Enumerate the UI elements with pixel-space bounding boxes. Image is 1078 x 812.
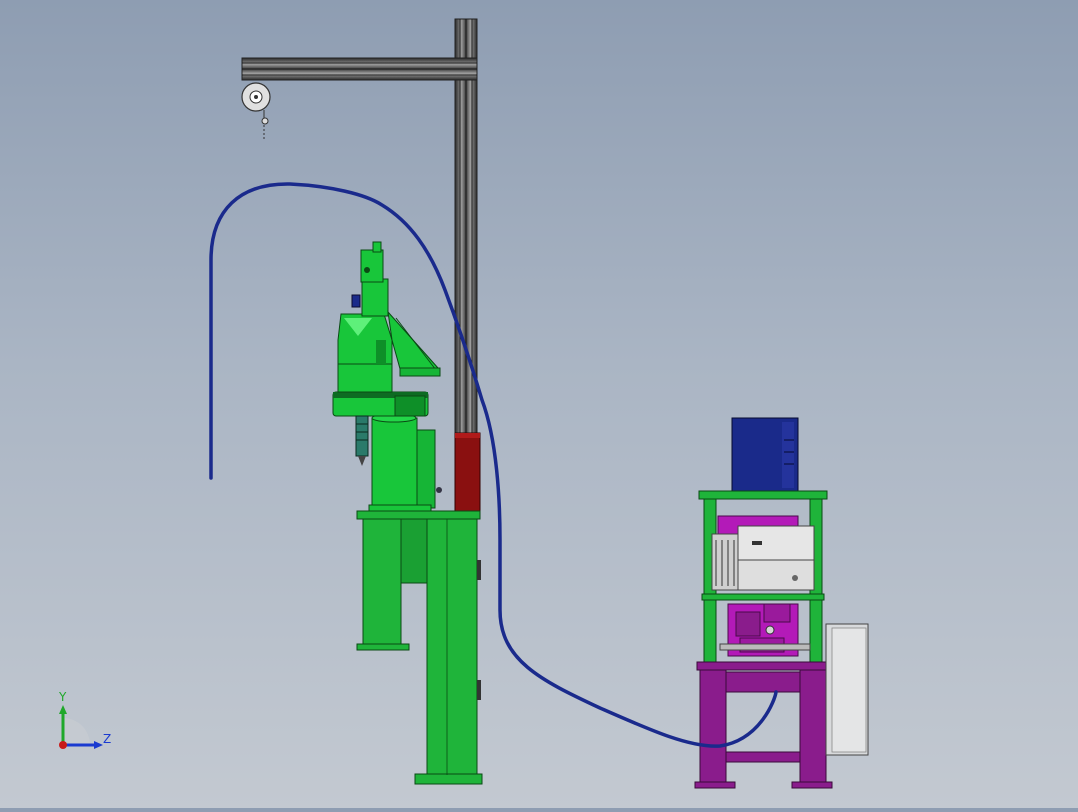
spring-balancer-icon[interactable] — [241, 82, 271, 140]
cad-viewport[interactable]: Y Z — [0, 0, 1078, 808]
assembly-drawing: Y Z — [58, 18, 869, 789]
coordinate-triad: Y Z — [58, 690, 111, 749]
column-lower-red-cover — [454, 432, 481, 512]
y-axis-label: Y — [58, 690, 67, 704]
robot-arm-icon[interactable] — [332, 241, 442, 512]
robot-pedestal[interactable] — [356, 510, 483, 785]
z-axis-label: Z — [103, 732, 111, 746]
cable-harness — [209, 182, 778, 748]
robot-base-column — [371, 417, 418, 511]
cabinet-icon[interactable] — [694, 417, 869, 789]
